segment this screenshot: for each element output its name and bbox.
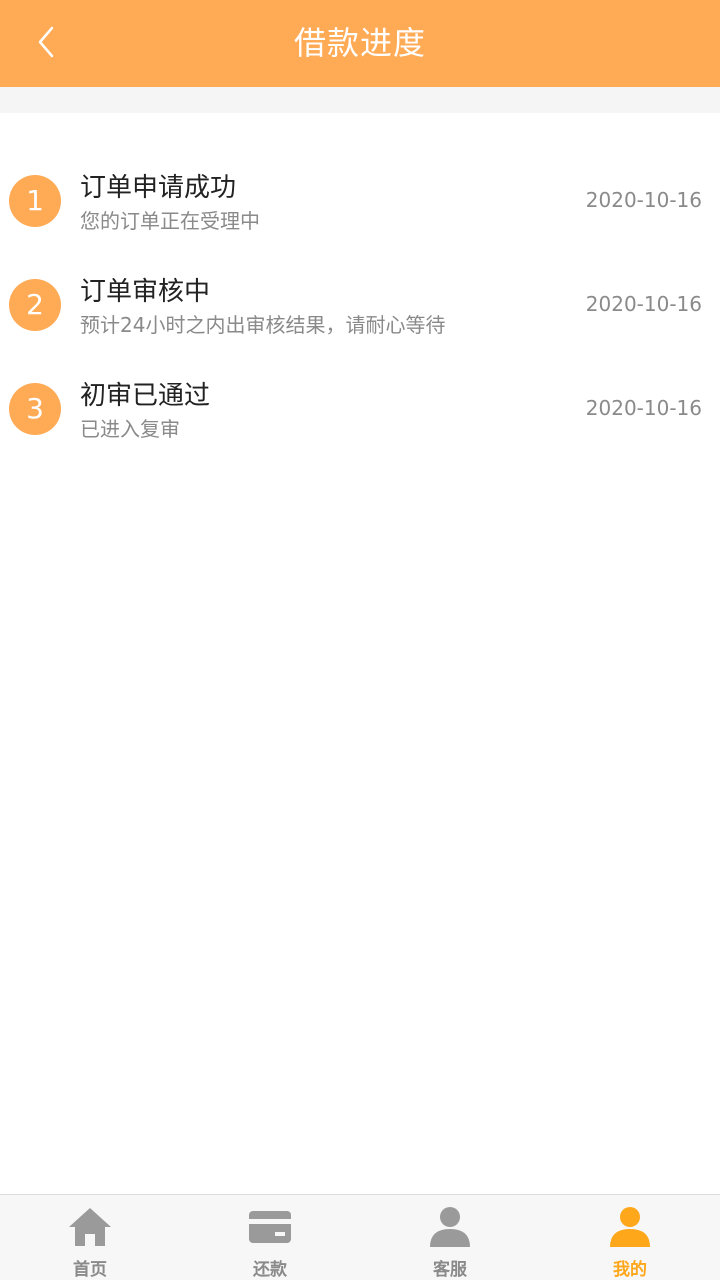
step-title: 订单申请成功 [80, 173, 237, 203]
step-title: 初审已通过 [80, 381, 211, 411]
progress-step-3: 3 初审已通过 已进入复审 2020-10-16 [0, 363, 720, 467]
progress-step-2: 2 订单审核中 预计24小时之内出审核结果，请耐心等待 2020-10-16 [0, 259, 720, 363]
step-date: 2020-10-16 [585, 396, 702, 420]
card-icon [247, 1205, 293, 1253]
progress-step-1: 1 订单申请成功 您的订单正在受理中 2020-10-16 [0, 155, 720, 259]
loan-progress-page: 借款进度 1 订单申请成功 您的订单正在受理中 2020-10-16 2 订单审… [0, 0, 720, 1280]
tab-mine[interactable]: 我的 [540, 1195, 720, 1280]
tab-label: 首页 [73, 1260, 107, 1280]
tab-label: 我的 [613, 1260, 647, 1280]
step-date: 2020-10-16 [585, 292, 702, 316]
person-icon [428, 1205, 472, 1253]
step-subtitle: 您的订单正在受理中 [80, 209, 260, 233]
step-subtitle: 预计24小时之内出审核结果，请耐心等待 [80, 313, 446, 337]
step-number-badge: 2 [9, 279, 61, 331]
home-icon [66, 1205, 114, 1253]
person-icon [608, 1205, 652, 1253]
tab-label: 还款 [253, 1260, 287, 1280]
step-date: 2020-10-16 [585, 188, 702, 212]
page-title: 借款进度 [293, 24, 426, 62]
header-bar: 借款进度 [0, 0, 720, 87]
step-number-badge: 3 [9, 383, 61, 435]
tab-service[interactable]: 客服 [360, 1195, 540, 1280]
bottom-tab-bar: 首页 还款 客服 我的 [0, 1194, 720, 1280]
tab-home[interactable]: 首页 [0, 1195, 180, 1280]
step-title: 订单审核中 [80, 277, 211, 307]
section-divider [0, 87, 720, 113]
tab-label: 客服 [433, 1260, 467, 1280]
step-subtitle: 已进入复审 [80, 417, 180, 441]
step-number-badge: 1 [9, 175, 61, 227]
tab-repay[interactable]: 还款 [180, 1195, 360, 1280]
